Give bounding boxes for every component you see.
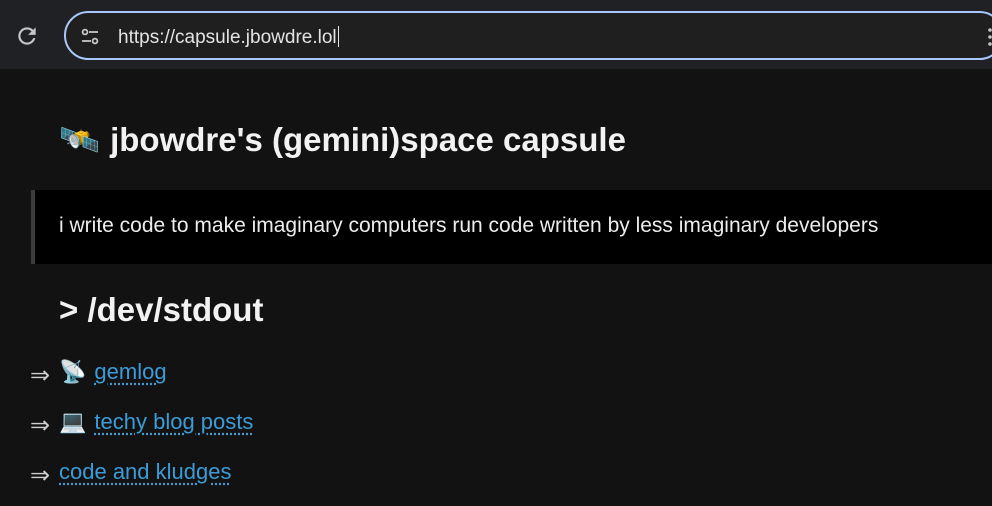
url-input[interactable]: https://capsule.jbowdre.lol xyxy=(118,26,339,49)
link-arrow-icon: ⇒ xyxy=(30,362,51,389)
tagline-text: i write code to make imaginary computers… xyxy=(59,214,879,237)
text-caret xyxy=(337,26,339,47)
tagline-blockquote: i write code to make imaginary computers… xyxy=(31,190,992,264)
satellite-icon: 🛰️ xyxy=(59,121,101,158)
reload-icon[interactable] xyxy=(14,23,40,49)
laptop-icon: 💻 xyxy=(59,409,87,434)
link-techy-blog-posts[interactable]: 💻 techy blog posts xyxy=(59,409,253,434)
link-arrow-icon: ⇒ xyxy=(30,412,51,439)
page-title-text: jbowdre's (gemini)space capsule xyxy=(110,121,626,158)
menu-dots-icon[interactable] xyxy=(988,27,992,47)
link-code-and-kludges[interactable]: code and kludges xyxy=(59,459,231,484)
list-item: ⇒ 💻 techy blog posts xyxy=(30,409,253,441)
page-content: 🛰️ jbowdre's (gemini)space capsule i writ… xyxy=(0,69,992,506)
page-title: 🛰️ jbowdre's (gemini)space capsule xyxy=(59,121,626,160)
list-item: ⇒ code and kludges xyxy=(30,459,231,491)
browser-toolbar: https://capsule.jbowdre.lol xyxy=(0,0,992,69)
address-bar[interactable]: https://capsule.jbowdre.lol xyxy=(64,11,992,60)
section-heading: > /dev/stdout xyxy=(59,291,264,328)
list-item: ⇒ 📡 gemlog xyxy=(30,359,167,391)
tune-icon[interactable] xyxy=(80,27,100,47)
link-arrow-icon: ⇒ xyxy=(30,462,51,489)
link-gemlog[interactable]: 📡 gemlog xyxy=(59,359,167,384)
satellite-dish-icon: 📡 xyxy=(59,359,87,384)
